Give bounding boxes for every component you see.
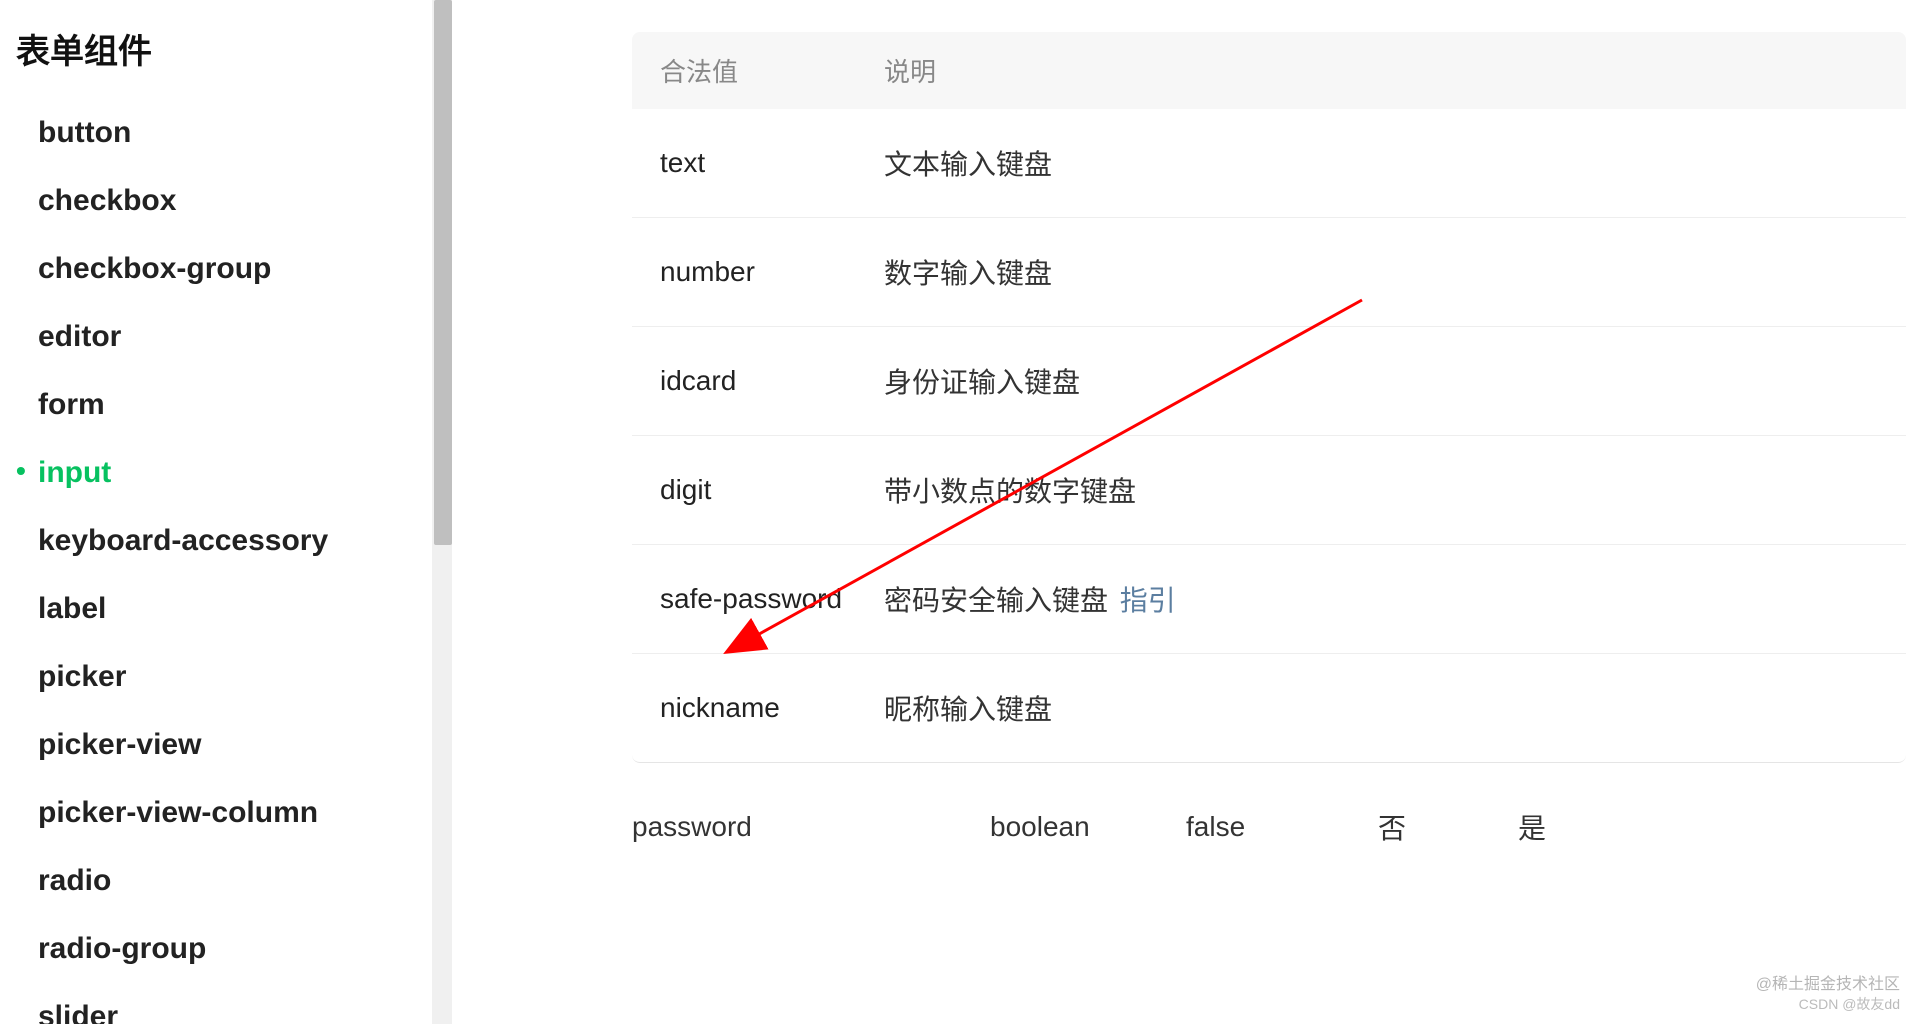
nav-list: buttoncheckboxcheckbox-groupeditorformin…	[16, 99, 432, 1024]
cell-value: nickname	[660, 692, 884, 724]
watermark: @稀土掘金技术社区 CSDN @故友dd	[1756, 974, 1900, 1014]
prop-default: false	[1186, 811, 1378, 843]
cell-desc: 带小数点的数字键盘	[884, 470, 1878, 510]
prop-type: boolean	[990, 811, 1186, 843]
sidebar-item-slider[interactable]: slider	[16, 983, 432, 1024]
sidebar-item-label[interactable]: label	[16, 575, 432, 643]
cell-desc: 密码安全输入键盘 指引	[884, 579, 1878, 619]
sidebar-item-editor[interactable]: editor	[16, 303, 432, 371]
sidebar-item-radio[interactable]: radio	[16, 847, 432, 915]
sidebar-item-keyboard-accessory[interactable]: keyboard-accessory	[16, 507, 432, 575]
table-header-desc: 说明	[884, 52, 1878, 89]
sidebar-item-radio-group[interactable]: radio-group	[16, 915, 432, 983]
table-row: safe-password密码安全输入键盘 指引	[632, 544, 1906, 653]
table-body: text文本输入键盘number数字输入键盘idcard身份证输入键盘digit…	[632, 109, 1906, 762]
property-row: password boolean false 否 是	[632, 763, 1906, 847]
sidebar: 表单组件 buttoncheckboxcheckbox-groupeditorf…	[0, 0, 432, 1024]
cell-desc: 数字输入键盘	[884, 252, 1878, 292]
value-table: 合法值 说明 text文本输入键盘number数字输入键盘idcard身份证输入…	[632, 32, 1906, 763]
guide-link[interactable]: 指引	[1120, 585, 1176, 616]
sidebar-item-form[interactable]: form	[16, 371, 432, 439]
sidebar-item-checkbox[interactable]: checkbox	[16, 167, 432, 235]
table-row: nickname昵称输入键盘	[632, 653, 1906, 762]
sidebar-item-button[interactable]: button	[16, 99, 432, 167]
cell-desc: 昵称输入键盘	[884, 688, 1878, 728]
table-row: number数字输入键盘	[632, 217, 1906, 326]
watermark-line1: @稀土掘金技术社区	[1756, 974, 1900, 996]
layout: 表单组件 buttoncheckboxcheckbox-groupeditorf…	[0, 0, 1906, 1024]
sidebar-item-picker-view[interactable]: picker-view	[16, 711, 432, 779]
prop-required: 否	[1378, 807, 1518, 847]
table-row: digit带小数点的数字键盘	[632, 435, 1906, 544]
cell-value: safe-password	[660, 583, 884, 615]
table-header-value: 合法值	[660, 52, 884, 89]
table-row: idcard身份证输入键盘	[632, 326, 1906, 435]
prop-tail: 是	[1518, 807, 1546, 847]
table-row: text文本输入键盘	[632, 109, 1906, 217]
cell-desc: 身份证输入键盘	[884, 361, 1878, 401]
cell-desc: 文本输入键盘	[884, 143, 1878, 183]
sidebar-item-picker-view-column[interactable]: picker-view-column	[16, 779, 432, 847]
sidebar-item-input[interactable]: input	[16, 439, 432, 507]
sidebar-title: 表单组件	[16, 24, 432, 73]
prop-name: password	[632, 811, 990, 843]
content: 合法值 说明 text文本输入键盘number数字输入键盘idcard身份证输入…	[432, 0, 1906, 1024]
table-header: 合法值 说明	[632, 32, 1906, 109]
sidebar-item-checkbox-group[interactable]: checkbox-group	[16, 235, 432, 303]
cell-value: idcard	[660, 365, 884, 397]
watermark-line2: CSDN @故友dd	[1756, 995, 1900, 1014]
sidebar-item-picker[interactable]: picker	[16, 643, 432, 711]
cell-value: digit	[660, 474, 884, 506]
cell-value: text	[660, 147, 884, 179]
cell-value: number	[660, 256, 884, 288]
